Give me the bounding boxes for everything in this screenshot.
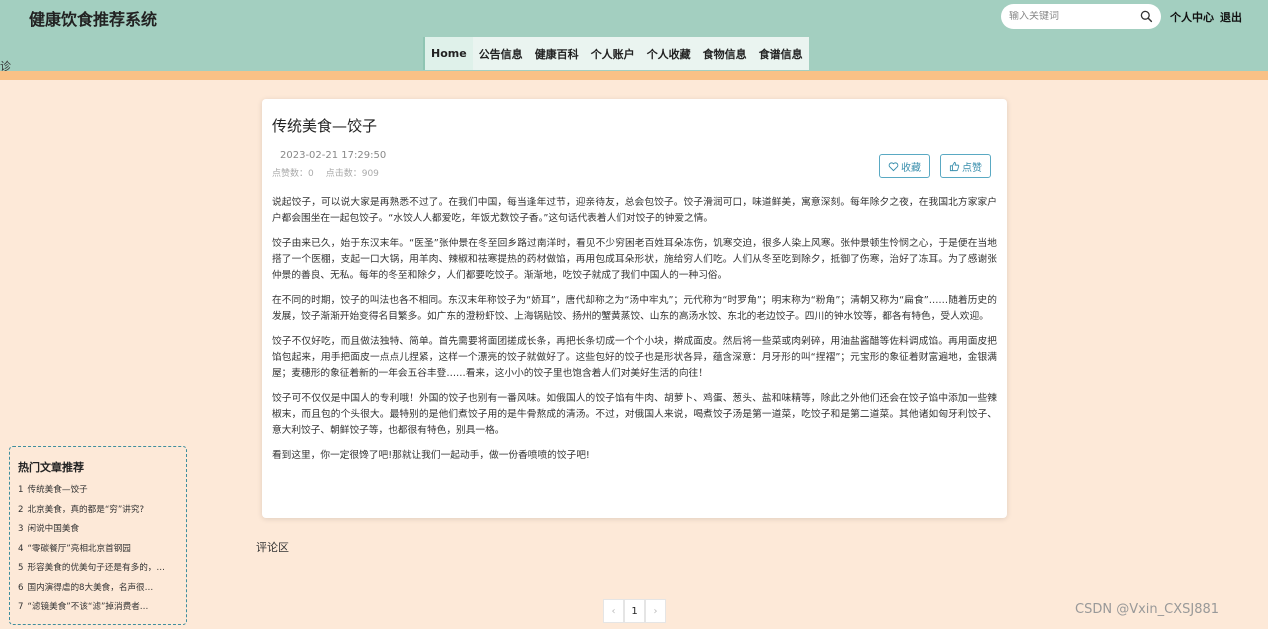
nav-announcements[interactable]: 公告信息 bbox=[473, 37, 529, 70]
article-card: 传统美食—饺子 2023-02-21 17:29:50 点赞数：0 点击数：90… bbox=[262, 99, 1007, 518]
item-number: 7 bbox=[18, 602, 24, 612]
article-paragraph: 说起饺子，可以说大家是再熟悉不过了。在我们中国，每当逢年过节，迎亲待友，总会包饺… bbox=[272, 197, 997, 224]
article-paragraph: 在不同的时期，饺子的叫法也各不相同。东汉末年称饺子为“娇耳”，唐代却称之为“汤中… bbox=[272, 295, 997, 322]
nav-favorites[interactable]: 个人收藏 bbox=[641, 37, 697, 70]
page-number-button[interactable]: 1 bbox=[624, 599, 645, 623]
article-paragraph: 饺子可不仅仅是中国人的专利哦！外国的饺子也别有一番风味。如俄国人的饺子馅有牛肉、… bbox=[272, 393, 997, 436]
hot-articles-title: 热门文章推荐 bbox=[18, 461, 84, 474]
thumbs-up-icon bbox=[949, 161, 960, 171]
prev-page-button[interactable]: ‹ bbox=[603, 599, 624, 623]
personal-center-link[interactable]: 个人中心 bbox=[1170, 9, 1214, 25]
article-actions: 收藏 点赞 bbox=[879, 154, 991, 178]
hot-article-item[interactable]: 6 国内演得虐的8大美食，名声很… bbox=[18, 579, 178, 599]
pagination: ‹ 1 › bbox=[603, 599, 666, 623]
article-content: 说起饺子，可以说大家是再熟悉不过了。在我们中国，每当逢年过节，迎亲待友，总会包饺… bbox=[272, 195, 997, 464]
search-input[interactable] bbox=[1009, 11, 1140, 22]
accent-bar bbox=[0, 71, 1268, 80]
top-links: 个人中心 退出 bbox=[1170, 9, 1242, 25]
likes-count: 点赞数：0 bbox=[272, 169, 314, 179]
nav-food-info[interactable]: 食物信息 bbox=[697, 37, 753, 70]
hot-article-item[interactable]: 4 “零碳餐厅”亮相北京首钢园 bbox=[18, 540, 178, 560]
hot-articles-panel: 热门文章推荐 1 传统美食—饺子 2 北京美食，真的都是“穷”讲究? 3 闲说中国美食… bbox=[9, 446, 187, 625]
site-brand: 健康饮食推荐系统 bbox=[29, 10, 158, 29]
like-button[interactable]: 点赞 bbox=[940, 154, 991, 178]
hot-article-item[interactable]: 5 形容美食的优美句子还是有多的，… bbox=[18, 559, 178, 579]
clicks-count: 点击数：909 bbox=[325, 169, 379, 179]
hot-article-item[interactable]: 3 闲说中国美食 bbox=[18, 520, 178, 540]
favorite-button[interactable]: 收藏 bbox=[879, 154, 930, 178]
nav-home[interactable]: Home bbox=[423, 37, 473, 70]
item-text: “滤镜美食”不该“滤”掉消费者… bbox=[27, 602, 149, 612]
watermark: CSDN @Vxin_CXSJ881 bbox=[1075, 602, 1220, 617]
favorite-label: 收藏 bbox=[901, 162, 921, 174]
like-label: 点赞 bbox=[962, 162, 982, 174]
item-number: 3 bbox=[18, 524, 24, 534]
item-text: “零碳餐厅”亮相北京首钢园 bbox=[27, 543, 131, 554]
comments-label: 评论区 bbox=[256, 541, 289, 554]
item-number: 1 bbox=[18, 485, 24, 495]
item-number: 4 bbox=[18, 543, 24, 554]
logout-link[interactable]: 退出 bbox=[1220, 9, 1242, 25]
hot-article-item[interactable]: 1 传统美食—饺子 bbox=[18, 481, 178, 501]
item-number: 2 bbox=[18, 504, 24, 515]
hot-article-item[interactable]: 7 “滤镜美食”不该“滤”掉消费者… bbox=[18, 598, 178, 618]
article-paragraph: 看到这里，你一定很馋了吧!那就让我们一起动手，做一份香喷喷的饺子吧! bbox=[272, 450, 590, 461]
item-text: 北京美食，真的都是“穷”讲究? bbox=[27, 504, 145, 515]
article-paragraph: 饺子由来已久，始于东汉末年。“医圣”张仲景在冬至回乡路过南洋时，看见不少穷困老百… bbox=[272, 238, 997, 281]
item-number: 6 bbox=[18, 582, 24, 593]
nav-account[interactable]: 个人账户 bbox=[585, 37, 641, 70]
search-icon[interactable] bbox=[1140, 10, 1153, 23]
item-number: 5 bbox=[18, 563, 24, 573]
next-page-button[interactable]: › bbox=[645, 599, 666, 623]
item-text: 传统美食—饺子 bbox=[27, 485, 88, 495]
main-nav: Home 公告信息 健康百科 个人账户 个人收藏 食物信息 食谱信息 bbox=[423, 37, 809, 70]
search-box[interactable] bbox=[1001, 4, 1161, 29]
header: 健康饮食推荐系统 个人中心 退出 诊 Home 公告信息 健康百科 个人账户 个… bbox=[0, 0, 1268, 73]
article-title: 传统美食—饺子 bbox=[272, 117, 378, 135]
item-text: 闲说中国美食 bbox=[27, 524, 80, 534]
item-text: 形容美食的优美句子还是有多的，… bbox=[27, 563, 165, 573]
nav-health-wiki[interactable]: 健康百科 bbox=[529, 37, 585, 70]
item-text: 国内演得虐的8大美食，名声很… bbox=[27, 582, 154, 593]
hot-article-item[interactable]: 2 北京美食，真的都是“穷”讲究? bbox=[18, 501, 178, 521]
nav-recipe-info[interactable]: 食谱信息 bbox=[753, 37, 809, 70]
heart-icon bbox=[888, 161, 899, 171]
article-paragraph: 饺子不仅好吃，而且做法独特、简单。首先需要将面团搓成长条，再把长条切成一个个小块… bbox=[272, 336, 997, 379]
